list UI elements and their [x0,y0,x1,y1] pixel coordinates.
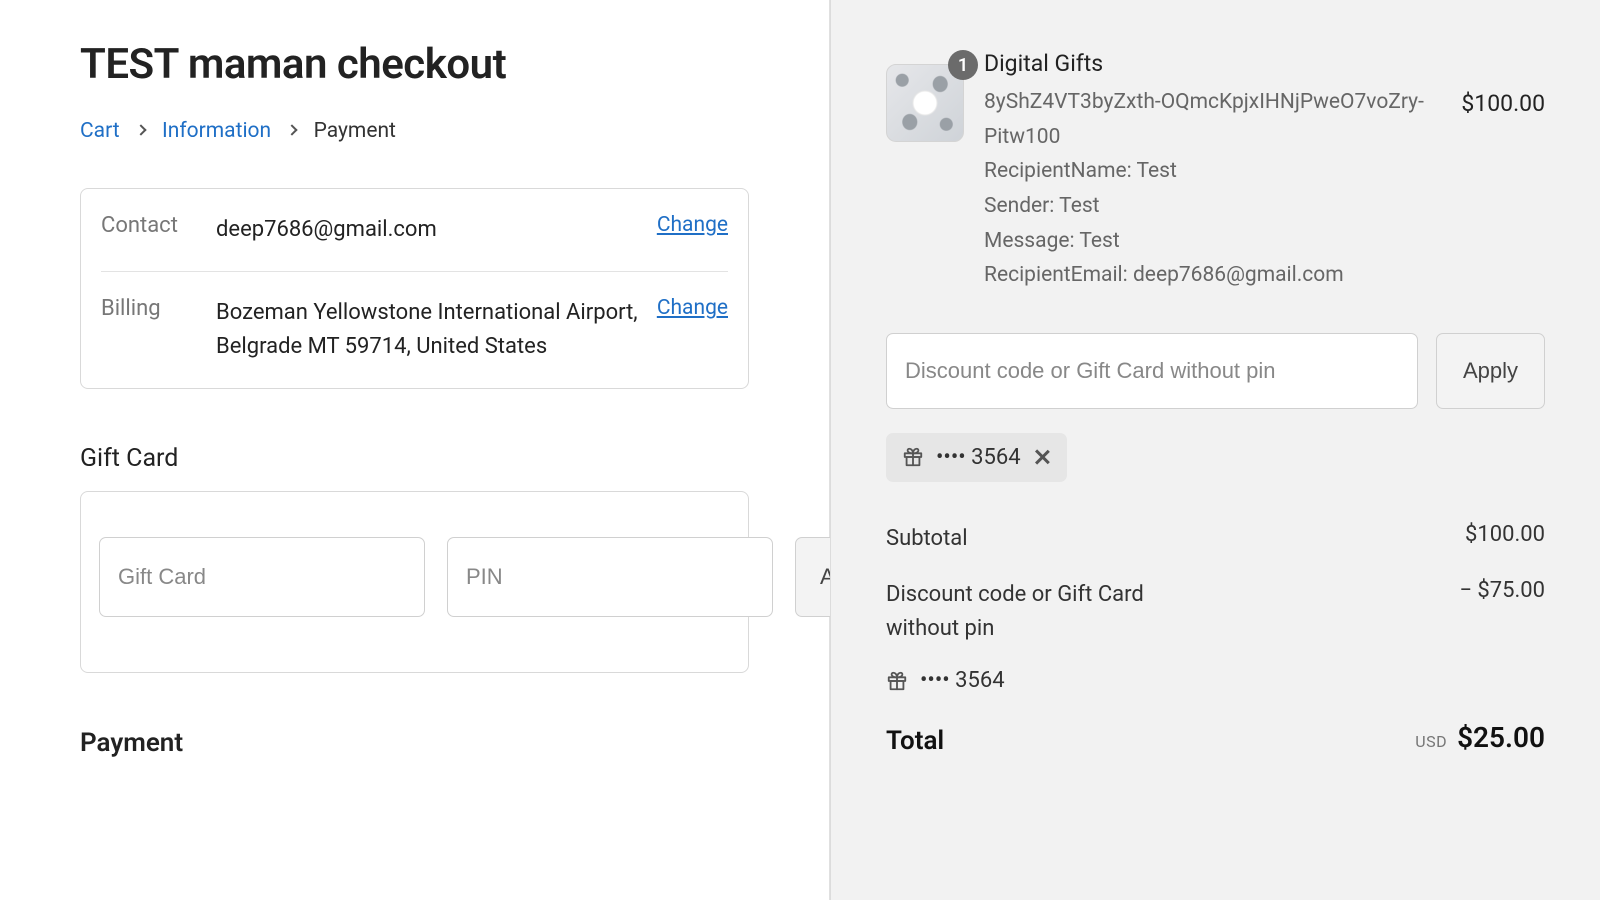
giftcard-section-title: Gift Card [80,444,749,473]
summary-discount-value: − $75.00 [1459,578,1545,603]
review-box: Contact deep7686@gmail.com Change Billin… [80,188,749,389]
discount-row: Apply [886,333,1545,409]
cart-item-thumb-wrap: 1 [886,64,964,142]
summary: Subtotal $100.00 Discount code or Gift C… [886,522,1545,762]
page-title: TEST maman checkout [80,40,749,89]
payment-section-title: Payment [80,728,749,758]
review-contact-label: Contact [101,213,216,238]
remove-discount-button[interactable] [1033,448,1051,466]
summary-subtotal-row: Subtotal $100.00 [886,522,1545,556]
checkout-main: TEST maman checkout Cart Information Pay… [0,0,830,900]
review-billing-value: Bozeman Yellowstone International Airpor… [216,296,657,364]
change-billing-link[interactable]: Change [657,296,728,320]
cart-item-variant: 8yShZ4VT3byZxth-OQmcKpjxIHNjPweO7voZry-P… [984,85,1441,154]
cart-item-title: Digital Gifts [984,50,1441,77]
summary-total-row: Total USD $25.00 [886,721,1545,761]
change-contact-link[interactable]: Change [657,213,728,237]
cart-item: 1 Digital Gifts 8yShZ4VT3byZxth-OQmcKpjx… [886,50,1545,293]
giftcard-pin-input[interactable] [447,537,773,617]
summary-applied-code-line: •••• 3564 [886,668,1545,693]
review-contact-row: Contact deep7686@gmail.com Change [101,189,728,271]
summary-subtotal-value: $100.00 [1465,522,1545,547]
gift-icon [902,446,924,468]
cart-item-recipient-email: RecipientEmail: deep7686@gmail.com [984,258,1441,293]
breadcrumb-information[interactable]: Information [162,119,271,143]
summary-subtotal-label: Subtotal [886,522,968,556]
gift-icon [886,670,908,692]
applied-discount-text: •••• 3564 [936,445,1021,470]
review-contact-value: deep7686@gmail.com [216,213,657,247]
cart-item-qty-badge: 1 [948,50,978,80]
cart-item-price: $100.00 [1461,50,1545,117]
applied-discount-tag: •••• 3564 [886,433,1067,482]
chevron-right-icon [135,125,146,136]
summary-discount-row: Discount code or Gift Card without pin −… [886,578,1545,646]
cart-item-info: Digital Gifts 8yShZ4VT3byZxth-OQmcKpjxIH… [984,50,1441,293]
discount-apply-button[interactable]: Apply [1436,333,1545,409]
summary-discount-label: Discount code or Gift Card without pin [886,578,1186,646]
summary-applied-code: •••• 3564 [920,668,1005,693]
chevron-right-icon [287,125,298,136]
summary-currency: USD [1415,732,1447,751]
breadcrumb: Cart Information Payment [80,119,749,143]
cart-item-sender: Sender: Test [984,189,1441,224]
breadcrumb-payment: Payment [314,119,396,143]
giftcard-input[interactable] [99,537,425,617]
summary-total-value: $25.00 [1457,721,1545,754]
order-summary-panel: 1 Digital Gifts 8yShZ4VT3byZxth-OQmcKpjx… [830,0,1600,900]
cart-item-recipient-name: RecipientName: Test [984,154,1441,189]
summary-total-label: Total [886,721,944,761]
discount-code-input[interactable] [886,333,1418,409]
cart-item-message: Message: Test [984,224,1441,259]
breadcrumb-cart[interactable]: Cart [80,119,120,143]
review-billing-row: Billing Bozeman Yellowstone Internationa… [101,271,728,388]
review-billing-label: Billing [101,296,216,321]
giftcard-box: Apply [80,491,749,673]
